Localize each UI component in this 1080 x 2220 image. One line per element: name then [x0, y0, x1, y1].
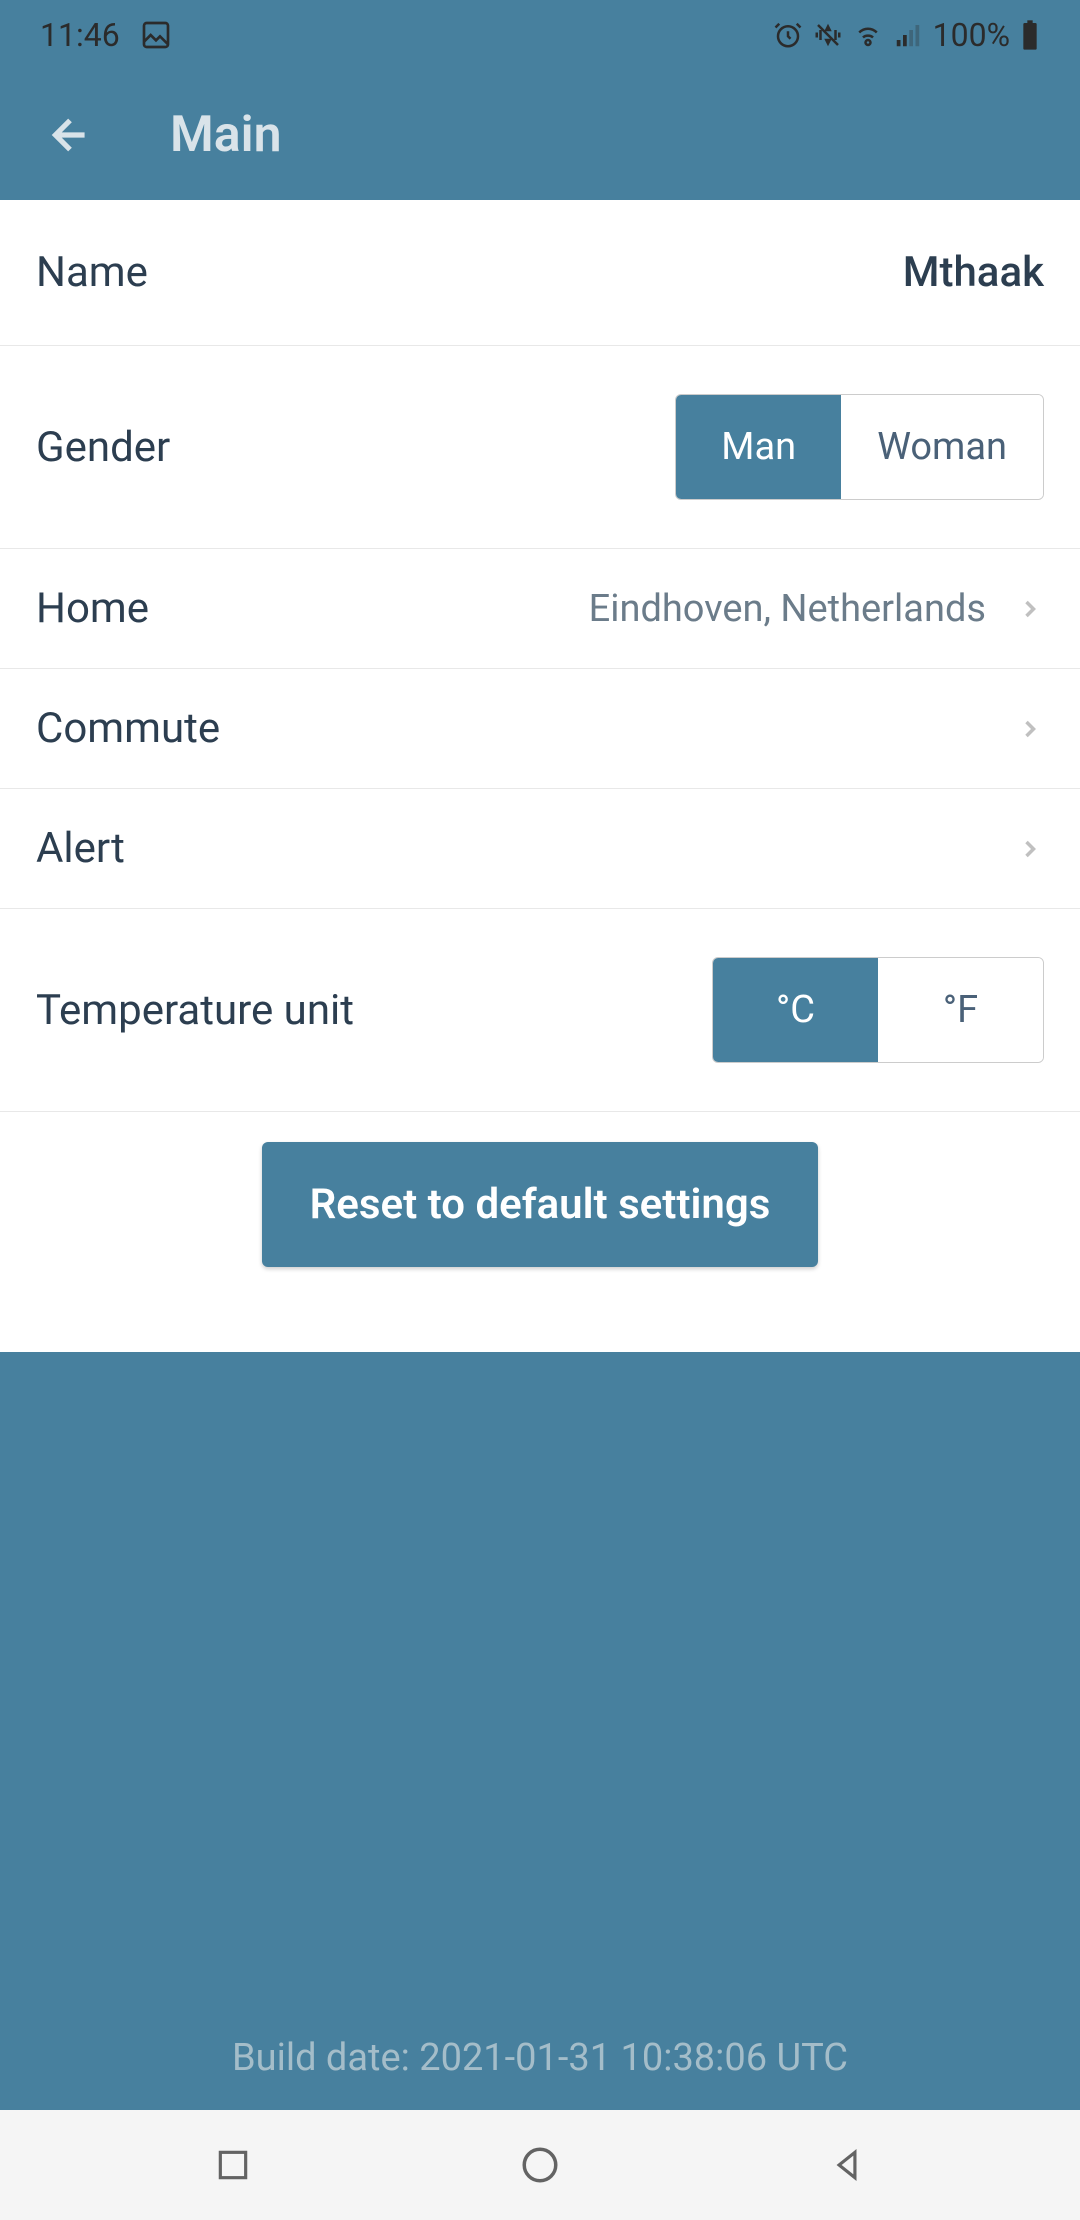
battery-percentage: 100% [933, 16, 1010, 54]
page-title: Main [170, 106, 282, 164]
temp-option-fahrenheit[interactable]: °F [878, 958, 1043, 1062]
content-area: Name Mthaak Gender Man Woman Home Eindho… [0, 200, 1080, 2110]
vibrate-icon [813, 20, 843, 50]
navigation-bar [0, 2110, 1080, 2220]
chevron-right-icon [1016, 835, 1044, 863]
footer: Build date: 2021-01-31 10:38:06 UTC [0, 1352, 1080, 2110]
temperature-label: Temperature unit [36, 986, 354, 1035]
home-value: Eindhoven, Netherlands [589, 587, 986, 631]
status-bar: 11:46 [0, 0, 1080, 70]
back-nav-button[interactable] [797, 2146, 897, 2184]
gender-label: Gender [36, 423, 170, 472]
temperature-toggle-group: °C °F [712, 957, 1044, 1063]
gender-option-man[interactable]: Man [676, 395, 841, 499]
gender-option-woman[interactable]: Woman [841, 395, 1043, 499]
setting-commute-row[interactable]: Commute [0, 669, 1080, 789]
home-value-wrap: Eindhoven, Netherlands [589, 587, 1044, 631]
home-button[interactable] [490, 2144, 590, 2186]
commute-label: Commute [36, 704, 220, 753]
settings-list: Name Mthaak Gender Man Woman Home Eindho… [0, 200, 1080, 1112]
status-time: 11:46 [40, 16, 120, 54]
signal-icon [893, 20, 923, 50]
battery-icon [1020, 19, 1040, 51]
recent-apps-button[interactable] [183, 2146, 283, 2184]
image-icon [140, 19, 172, 51]
back-button[interactable] [40, 105, 100, 165]
reset-button-container: Reset to default settings [0, 1112, 1080, 1352]
build-date: Build date: 2021-01-31 10:38:06 UTC [232, 2036, 848, 2080]
header: Main [0, 70, 1080, 200]
temp-option-celsius[interactable]: °C [713, 958, 878, 1062]
reset-button[interactable]: Reset to default settings [262, 1142, 819, 1267]
home-label: Home [36, 584, 149, 633]
status-bar-left: 11:46 [40, 16, 172, 54]
status-bar-right: 100% [773, 16, 1040, 54]
name-label: Name [36, 248, 148, 297]
chevron-right-icon [1016, 595, 1044, 623]
setting-alert-row[interactable]: Alert [0, 789, 1080, 909]
alarm-icon [773, 20, 803, 50]
alert-label: Alert [36, 824, 125, 873]
gender-toggle-group: Man Woman [675, 394, 1044, 500]
setting-name-row[interactable]: Name Mthaak [0, 200, 1080, 346]
chevron-right-icon [1016, 715, 1044, 743]
setting-gender-row: Gender Man Woman [0, 346, 1080, 549]
setting-temperature-row: Temperature unit °C °F [0, 909, 1080, 1112]
setting-home-row[interactable]: Home Eindhoven, Netherlands [0, 549, 1080, 669]
name-value: Mthaak [903, 248, 1044, 297]
wifi-icon [853, 20, 883, 50]
